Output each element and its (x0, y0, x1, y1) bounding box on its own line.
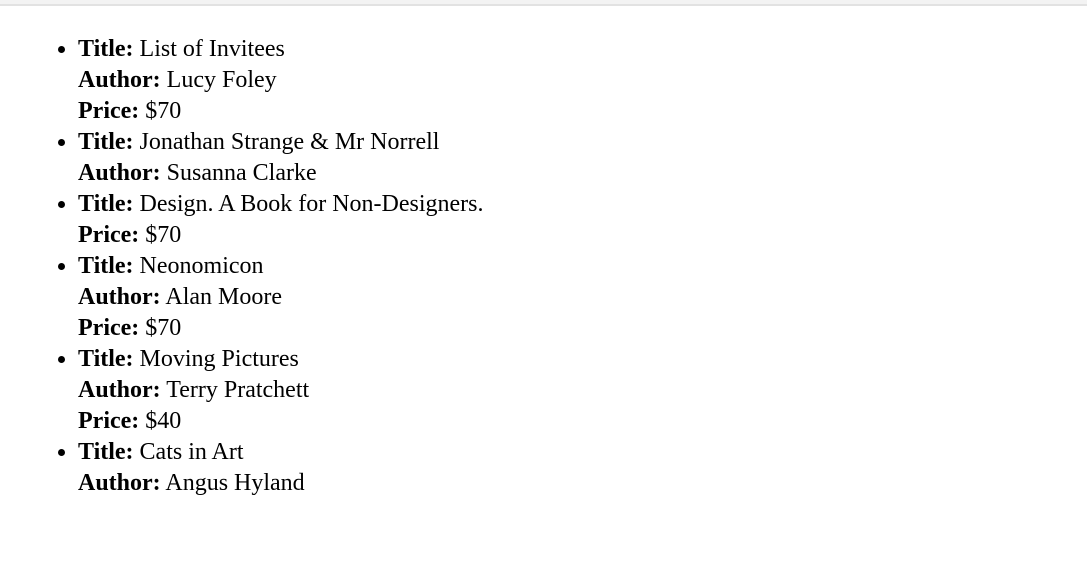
book-author: Lucy Foley (166, 67, 277, 93)
book-title: Neonomicon (139, 253, 264, 279)
book-price-line: Price: $40 (78, 406, 484, 437)
book-author-line: Author: Angus Hyland (78, 468, 484, 499)
book-price-line: Price: $70 (78, 313, 484, 344)
title-label: Title: (78, 253, 134, 279)
title-label: Title: (78, 439, 134, 465)
book-title-line: Title: Cats in Art (78, 437, 484, 468)
price-label: Price: (78, 408, 140, 434)
book-author: Susanna Clarke (166, 160, 317, 186)
book-title: Moving Pictures (139, 346, 299, 372)
book-item: Title: Moving Pictures Author: Terry Pra… (78, 344, 484, 437)
author-label: Author: (78, 284, 161, 310)
book-author-line: Author: Lucy Foley (78, 65, 484, 96)
book-price: $70 (145, 222, 182, 248)
book-author: Alan Moore (165, 284, 282, 310)
title-label: Title: (78, 191, 134, 217)
book-author-line: Author: Susanna Clarke (78, 158, 484, 189)
author-label: Author: (78, 67, 161, 93)
price-label: Price: (78, 98, 140, 124)
book-title: Jonathan Strange & Mr Norrell (139, 129, 440, 155)
browser-top-border (0, 0, 1087, 6)
book-price: $70 (145, 315, 182, 341)
book-title-line: Title: Design. A Book for Non-Designers. (78, 189, 484, 220)
price-label: Price: (78, 222, 140, 248)
book-price: $40 (145, 408, 182, 434)
book-item: Title: Jonathan Strange & Mr Norrell Aut… (78, 127, 484, 189)
book-title: List of Invitees (139, 36, 285, 62)
book-author: Terry Pratchett (166, 377, 310, 403)
book-title-line: Title: Jonathan Strange & Mr Norrell (78, 127, 484, 158)
title-label: Title: (78, 346, 134, 372)
book-list: Title: List of Invitees Author: Lucy Fol… (0, 34, 484, 499)
book-title: Design. A Book for Non-Designers. (139, 191, 484, 217)
title-label: Title: (78, 36, 134, 62)
book-item: Title: List of Invitees Author: Lucy Fol… (78, 34, 484, 127)
book-price: $70 (145, 98, 182, 124)
book-price-line: Price: $70 (78, 220, 484, 251)
book-title-line: Title: List of Invitees (78, 34, 484, 65)
book-item: Title: Design. A Book for Non-Designers.… (78, 189, 484, 251)
author-label: Author: (78, 377, 161, 403)
author-label: Author: (78, 470, 161, 496)
book-author-line: Author: Terry Pratchett (78, 375, 484, 406)
book-price-line: Price: $70 (78, 96, 484, 127)
book-title: Cats in Art (139, 439, 244, 465)
book-title-line: Title: Neonomicon (78, 251, 484, 282)
book-item: Title: Neonomicon Author: Alan Moore Pri… (78, 251, 484, 344)
book-title-line: Title: Moving Pictures (78, 344, 484, 375)
title-label: Title: (78, 129, 134, 155)
price-label: Price: (78, 315, 140, 341)
book-item: Title: Cats in Art Author: Angus Hyland (78, 437, 484, 499)
book-author: Angus Hyland (165, 470, 305, 496)
author-label: Author: (78, 160, 161, 186)
book-author-line: Author: Alan Moore (78, 282, 484, 313)
